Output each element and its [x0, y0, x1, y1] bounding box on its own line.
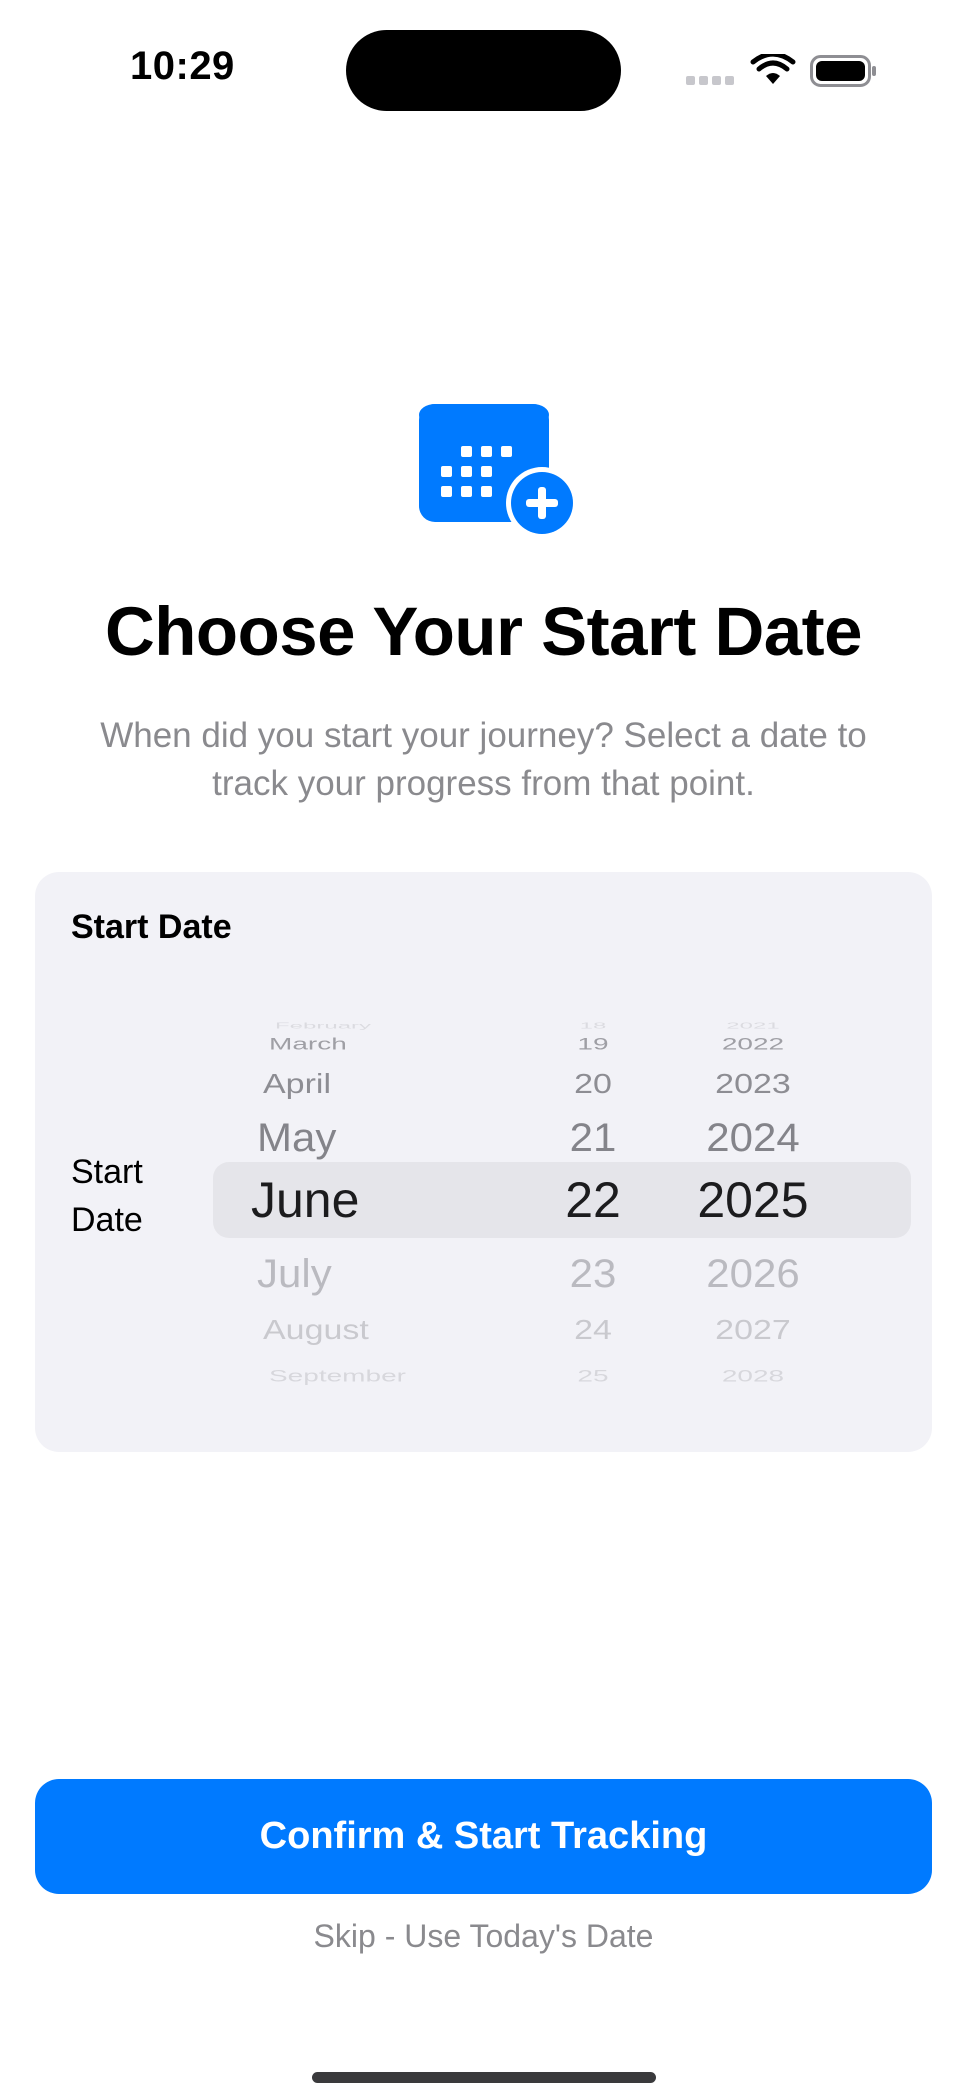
- page-title: Choose Your Start Date: [104, 593, 863, 670]
- year-wheel[interactable]: 202120222023202420252026202720282029: [653, 998, 853, 1398]
- home-indicator: [312, 2072, 656, 2083]
- year-option-selected[interactable]: 2025: [653, 1162, 853, 1238]
- day-option[interactable]: 25: [533, 1353, 653, 1398]
- start-date-card: Start Date Start Date February March April…: [35, 872, 932, 1452]
- calendar-plus-icon: [419, 404, 577, 536]
- status-time: 10:29: [130, 44, 235, 88]
- month-option-selected[interactable]: June: [251, 1162, 511, 1238]
- month-option[interactable]: October: [251, 1395, 535, 1398]
- day-wheel[interactable]: 181920212223242526: [533, 998, 653, 1398]
- card-title: Start Date: [71, 908, 232, 946]
- day-option[interactable]: 24: [533, 1299, 653, 1361]
- day-option[interactable]: 26: [533, 1395, 653, 1398]
- day-option-selected[interactable]: 22: [533, 1162, 653, 1238]
- date-picker-label: Start Date: [71, 1153, 143, 1239]
- year-option[interactable]: 2027: [653, 1299, 853, 1361]
- month-option[interactable]: August: [251, 1299, 523, 1361]
- skip-use-todays-date-link[interactable]: Skip - Use Today's Date: [0, 1918, 967, 1955]
- battery-icon: [810, 55, 876, 87]
- wifi-icon: [750, 54, 796, 84]
- page-subtitle: When did you start your journey? Select …: [100, 716, 867, 803]
- year-option[interactable]: 2029: [653, 1395, 853, 1398]
- cellular-signal-icon: [686, 76, 736, 86]
- month-option[interactable]: September: [251, 1353, 529, 1398]
- dynamic-island: [346, 30, 621, 111]
- year-option[interactable]: 2028: [653, 1353, 853, 1398]
- date-wheel-picker[interactable]: February March April May June July August Septe…: [213, 998, 913, 1398]
- month-wheel[interactable]: February March April May June July August Septe…: [251, 998, 511, 1398]
- confirm-start-tracking-button[interactable]: Confirm & Start Tracking: [35, 1779, 932, 1894]
- status-bar: 10:29: [0, 0, 967, 140]
